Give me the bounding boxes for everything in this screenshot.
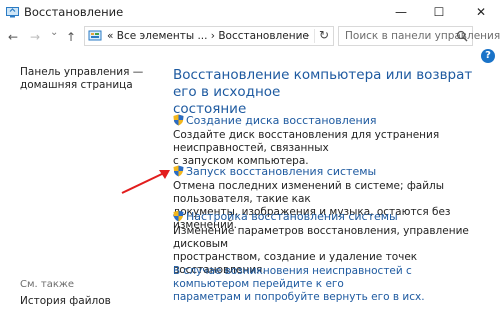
uac-shield-icon bbox=[173, 165, 184, 177]
address-separator bbox=[314, 29, 315, 43]
uac-shield-icon bbox=[173, 210, 184, 222]
control-panel-home-link[interactable]: Панель управления — домашняя страница bbox=[20, 66, 143, 92]
search-placeholder[interactable]: Поиск в панели управления bbox=[345, 30, 500, 42]
address-dropdown-icon[interactable]: ⌄ bbox=[303, 30, 311, 40]
page-title: Восстановление компьютера или возврат ег… bbox=[173, 67, 473, 118]
minimize-button[interactable]: — bbox=[386, 0, 416, 24]
create-recovery-drive-description: Создайте диск восстановления для устране… bbox=[173, 129, 500, 168]
create-recovery-drive-link[interactable]: Создание диска восстановления bbox=[186, 114, 377, 127]
up-button[interactable]: ↑ bbox=[66, 30, 76, 44]
back-button[interactable]: ← bbox=[8, 30, 18, 44]
reset-pc-link-line1[interactable]: В случае возникновения неисправностей с … bbox=[173, 265, 473, 291]
annotation-arrow bbox=[121, 170, 170, 194]
home-link-line2[interactable]: домашняя страница bbox=[20, 79, 143, 92]
close-button[interactable]: ✕ bbox=[466, 0, 496, 24]
reset-pc-link[interactable]: В случае возникновения неисправностей с … bbox=[173, 265, 473, 304]
configure-system-restore-link[interactable]: Настройка восстановления системы bbox=[186, 210, 398, 223]
address-bar[interactable]: « Все элементы ... › Восстановление ⌄ ↻ bbox=[84, 26, 334, 46]
recent-locations-button[interactable]: ⌄ bbox=[50, 27, 58, 38]
maximize-button[interactable]: ☐ bbox=[424, 0, 454, 24]
help-button[interactable]: ? bbox=[481, 49, 495, 63]
description-line: Создайте диск восстановления для устране… bbox=[173, 129, 440, 154]
address-path[interactable]: « Все элементы ... › Восстановление bbox=[107, 30, 309, 42]
search-icon[interactable] bbox=[456, 30, 468, 42]
see-also-label: См. также bbox=[20, 279, 75, 290]
home-link-line1[interactable]: Панель управления — bbox=[20, 66, 143, 79]
description-line: Изменение параметров восстановления, упр… bbox=[173, 225, 469, 250]
open-system-restore-link[interactable]: Запуск восстановления системы bbox=[186, 165, 376, 178]
window-title: Восстановление bbox=[24, 5, 124, 19]
recovery-app-icon bbox=[6, 7, 19, 18]
file-history-link[interactable]: История файлов bbox=[20, 295, 111, 307]
navigation-bar: ← → ⌄ ↑ « Все элементы ... › Восстановле… bbox=[0, 24, 500, 50]
description-line: Отмена последних изменений в системе; фа… bbox=[173, 180, 445, 205]
search-box[interactable]: Поиск в панели управления bbox=[338, 26, 500, 46]
control-panel-icon bbox=[88, 30, 102, 41]
forward-button[interactable]: → bbox=[30, 30, 40, 44]
reset-pc-link-line2[interactable]: параметрам и попробуйте вернуть его в ис… bbox=[173, 291, 473, 304]
page-title-line1: Восстановление компьютера или возврат ег… bbox=[173, 67, 473, 100]
uac-shield-icon bbox=[173, 114, 184, 126]
refresh-button[interactable]: ↻ bbox=[319, 28, 329, 42]
title-bar: Восстановление — ☐ ✕ bbox=[0, 0, 500, 24]
